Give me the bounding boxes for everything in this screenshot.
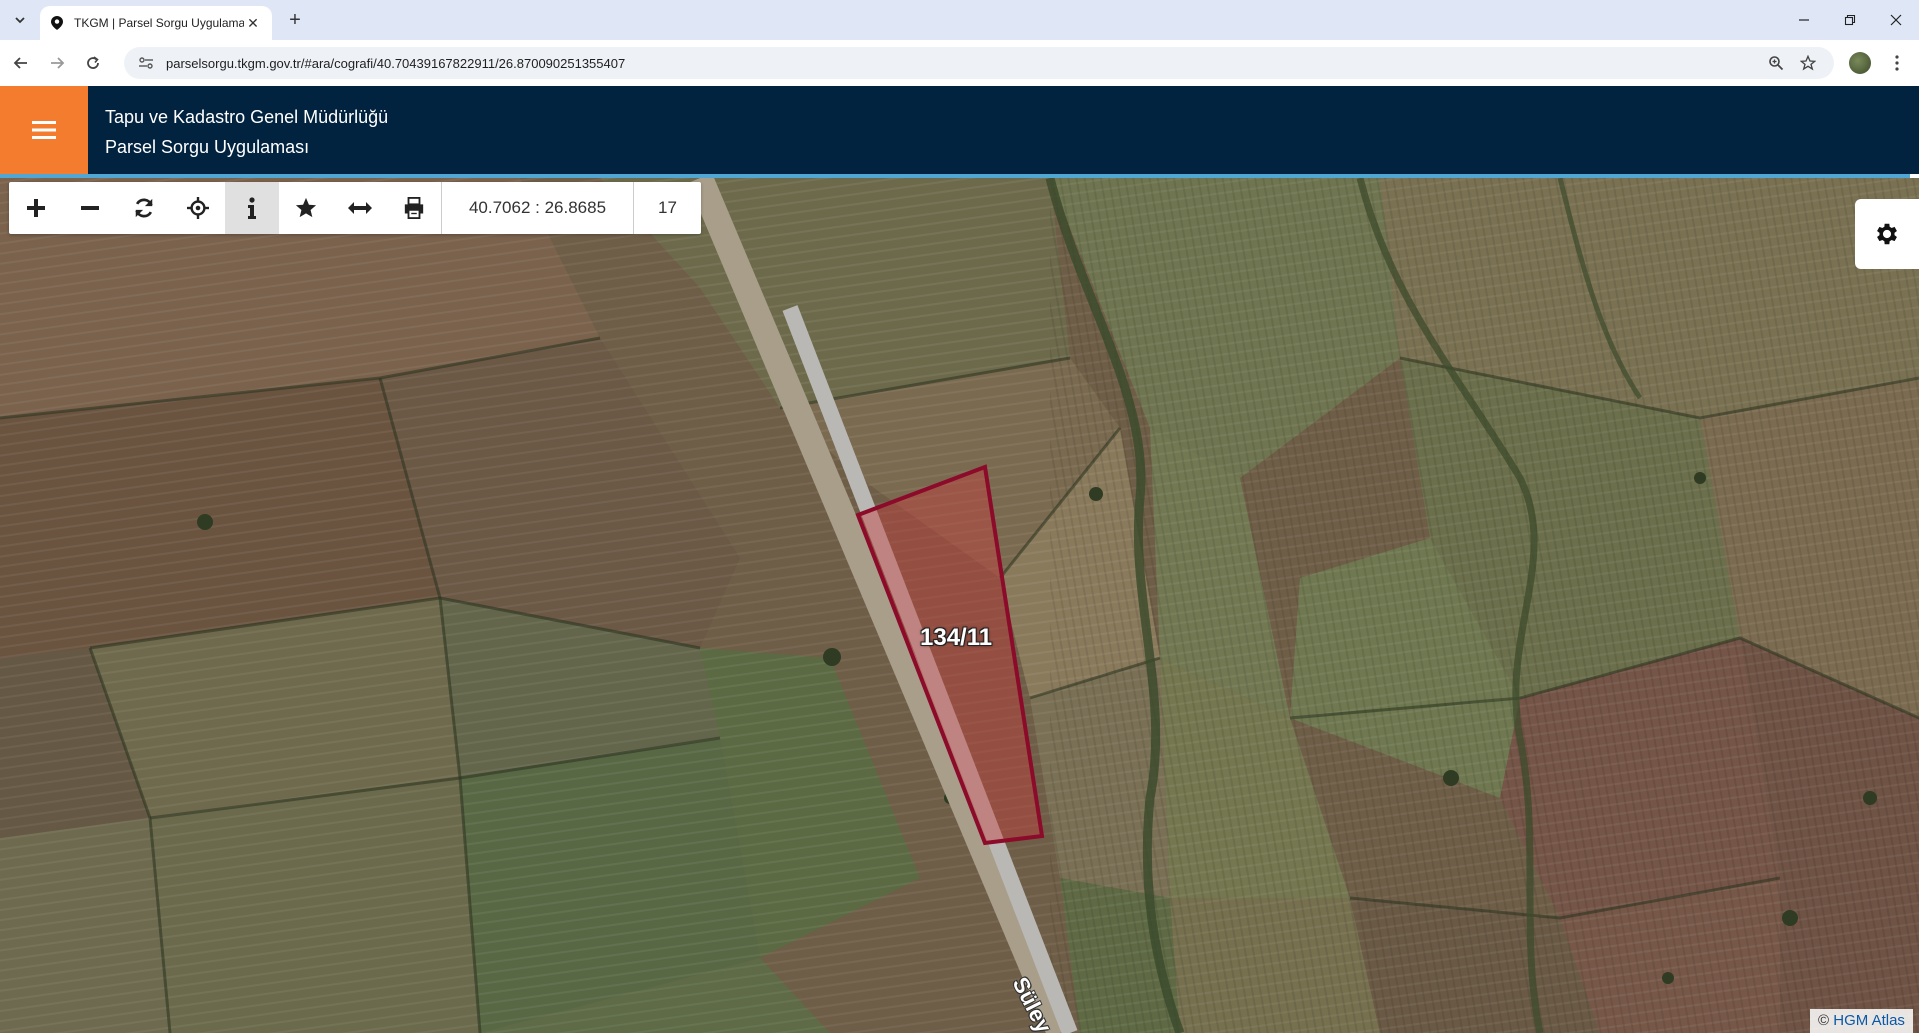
crosshair-icon [187, 197, 209, 219]
printer-icon [404, 197, 424, 219]
app-name: Parsel Sorgu Uygulaması [105, 137, 310, 157]
favorite-button[interactable] [279, 182, 333, 234]
bookmark-star-icon[interactable] [1796, 51, 1820, 75]
reload-button[interactable] [80, 50, 106, 76]
app-header: Tapu ve Kadastro Genel Müdürlüğü Parsel … [0, 86, 1919, 174]
tab-search-button[interactable] [8, 8, 32, 32]
settings-button[interactable] [1855, 199, 1919, 269]
reload-icon [87, 56, 99, 69]
map-canvas[interactable]: 134/11 Süley [0, 178, 1919, 1033]
parcel-label: 134/11 [920, 624, 993, 651]
coordinates-display: 40.7062 : 26.8685 [441, 182, 633, 234]
browser-tab-bar: TKGM | Parsel Sorgu Uygulaması ✕ + [0, 0, 1919, 40]
more-vertical-icon [1895, 55, 1899, 71]
zoom-in-button[interactable] [9, 182, 63, 234]
url-text[interactable]: parselsorgu.tkgm.gov.tr/#ara/cografi/40.… [166, 56, 1756, 71]
new-tab-button[interactable]: + [283, 8, 307, 32]
attribution-link[interactable]: HGM Atlas [1833, 1012, 1905, 1029]
star-icon [295, 197, 317, 218]
minus-icon [81, 206, 99, 210]
info-icon [248, 197, 256, 219]
gear-icon [1877, 223, 1897, 245]
close-icon [1890, 14, 1902, 26]
app-title: Tapu ve Kadastro Genel Müdürlüğü Parsel … [105, 102, 388, 162]
zoom-level-display: 17 [633, 182, 701, 234]
back-button[interactable] [8, 50, 34, 76]
org-name: Tapu ve Kadastro Genel Müdürlüğü [105, 107, 389, 127]
locate-button[interactable] [171, 182, 225, 234]
map-toolbar: 40.7062 : 26.8685 17 [9, 182, 701, 234]
address-bar[interactable]: parselsorgu.tkgm.gov.tr/#ara/cografi/40.… [124, 47, 1834, 79]
plus-icon [27, 199, 45, 217]
close-window-button[interactable] [1873, 6, 1919, 34]
refresh-button[interactable] [117, 182, 171, 234]
print-button[interactable] [387, 182, 441, 234]
info-button[interactable] [225, 182, 279, 234]
tab-title: TKGM | Parsel Sorgu Uygulaması [74, 16, 244, 30]
browser-toolbar: parselsorgu.tkgm.gov.tr/#ara/cografi/40.… [0, 40, 1919, 86]
map-attribution: © HGM Atlas [1810, 1009, 1913, 1033]
copyright-symbol: © [1818, 1012, 1830, 1029]
arrow-left-icon [13, 57, 27, 69]
minimize-button[interactable] [1781, 6, 1827, 34]
restore-icon [1844, 14, 1856, 26]
browser-menu-button[interactable] [1885, 50, 1909, 76]
forward-button[interactable] [44, 50, 70, 76]
tab-close-icon[interactable]: ✕ [244, 15, 262, 32]
profile-avatar[interactable] [1849, 52, 1871, 74]
minimize-icon [1799, 19, 1809, 21]
satellite-imagery [0, 178, 1919, 1033]
map-pin-icon [50, 16, 64, 30]
chevron-down-icon [15, 17, 25, 24]
horizontal-arrows-icon [348, 202, 372, 214]
refresh-icon [135, 198, 153, 218]
hamburger-icon [32, 121, 56, 139]
zoom-out-button[interactable] [63, 182, 117, 234]
restore-button[interactable] [1827, 6, 1873, 34]
arrow-right-icon [51, 57, 65, 69]
zoom-icon[interactable] [1764, 51, 1788, 75]
measure-button[interactable] [333, 182, 387, 234]
site-settings-icon[interactable] [138, 55, 154, 71]
browser-tab-active[interactable]: TKGM | Parsel Sorgu Uygulaması ✕ [40, 6, 272, 40]
hamburger-menu-button[interactable] [0, 86, 88, 174]
